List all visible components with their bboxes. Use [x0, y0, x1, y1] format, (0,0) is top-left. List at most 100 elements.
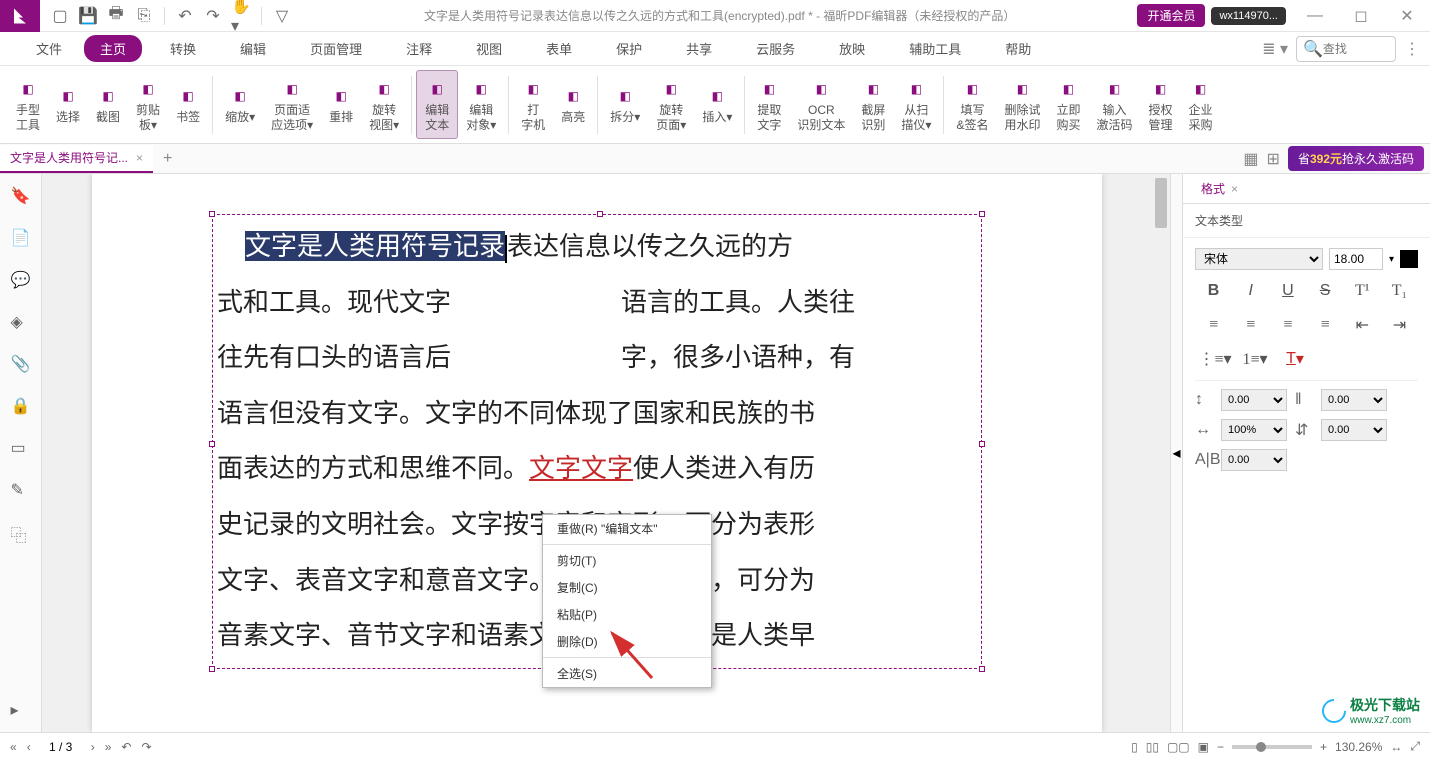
- search-input[interactable]: [1323, 42, 1393, 56]
- italic-button[interactable]: I: [1232, 278, 1269, 304]
- font-color-swatch[interactable]: [1400, 250, 1418, 268]
- menu-share[interactable]: 共享: [670, 35, 728, 62]
- minimize-button[interactable]: —: [1292, 0, 1338, 32]
- close-button[interactable]: ✕: [1384, 0, 1430, 32]
- ribbon-授权管理[interactable]: ◧授权管理: [1141, 70, 1181, 139]
- ribbon-高亮[interactable]: ◧高亮: [553, 70, 593, 139]
- ctx-cut[interactable]: 剪切(T): [543, 547, 711, 574]
- indent-right-button[interactable]: ⇥: [1381, 312, 1418, 338]
- indent-left-button[interactable]: ⇤: [1344, 312, 1381, 338]
- back-icon[interactable]: ↶: [121, 740, 131, 754]
- ribbon-旋转视图[interactable]: ◧旋转视图▾: [361, 70, 407, 139]
- export-icon[interactable]: ⎘: [134, 6, 154, 26]
- menu-protect[interactable]: 保护: [600, 35, 658, 62]
- spacing-d[interactable]: 0.00: [1321, 419, 1387, 441]
- ribbon-立即购买[interactable]: ◧立即购买: [1048, 70, 1088, 139]
- hand-icon[interactable]: ✋▾: [231, 6, 251, 26]
- user-button[interactable]: wx114970...: [1211, 7, 1286, 25]
- bold-button[interactable]: B: [1195, 278, 1232, 304]
- collapse-right-icon[interactable]: ◂: [1170, 174, 1182, 732]
- ctx-copy[interactable]: 复制(C): [543, 574, 711, 601]
- ribbon-从扫描仪[interactable]: ◧从扫描仪▾: [893, 70, 939, 139]
- ribbon-旋转页面[interactable]: ◧旋转页面▾: [648, 70, 694, 139]
- signatures-icon[interactable]: ✎: [11, 480, 31, 500]
- ribbon-选择[interactable]: ◧选择: [48, 70, 88, 139]
- dropdown-icon[interactable]: ▽: [272, 6, 292, 26]
- size-dropdown-icon[interactable]: ▾: [1389, 254, 1394, 265]
- zoom-in-icon[interactable]: +: [1320, 740, 1327, 754]
- page-input[interactable]: [41, 740, 81, 754]
- menu-comment[interactable]: 注释: [390, 35, 448, 62]
- ribbon-手型工具[interactable]: ◧手型工具: [8, 70, 48, 139]
- ribbon-缩放[interactable]: ◧缩放▾: [217, 70, 263, 139]
- redo-icon[interactable]: ↷: [203, 6, 223, 26]
- ribbon-编辑文本[interactable]: ◧编辑文本: [416, 70, 458, 139]
- reading-order-icon[interactable]: ≣ ▾: [1262, 39, 1288, 59]
- format-tab[interactable]: 格式×: [1193, 176, 1246, 201]
- ribbon-截屏识别[interactable]: ◧截屏识别: [853, 70, 893, 139]
- document-area[interactable]: 文字是人类用符号记录表达信息以传之久远的方 式和工具。现代文字语言的工具。人类往…: [42, 174, 1170, 732]
- menu-file[interactable]: 文件: [20, 39, 78, 58]
- comments-icon[interactable]: 💬: [11, 270, 31, 290]
- next-page-icon[interactable]: ›: [91, 740, 95, 754]
- bookmark-icon[interactable]: 🔖: [11, 186, 31, 206]
- menu-accessibility[interactable]: 辅助工具: [893, 35, 977, 62]
- prev-page-icon[interactable]: ‹: [27, 740, 31, 754]
- ctx-paste[interactable]: 粘贴(P): [543, 601, 711, 628]
- ctx-delete[interactable]: 删除(D): [543, 628, 711, 655]
- zoom-slider[interactable]: [1232, 745, 1312, 749]
- menu-cloud[interactable]: 云服务: [740, 35, 811, 62]
- strike-button[interactable]: S: [1307, 278, 1344, 304]
- view-cover-icon[interactable]: ▣: [1198, 740, 1209, 754]
- menu-page-mgmt[interactable]: 页面管理: [294, 35, 378, 62]
- promo-banner[interactable]: 省392元抢永久激活码: [1288, 146, 1424, 171]
- ribbon-剪贴板[interactable]: ◧剪贴板▾: [128, 70, 168, 139]
- fit-page-icon[interactable]: ⤢: [1410, 739, 1420, 754]
- save-icon[interactable]: 💾: [78, 6, 98, 26]
- ribbon-提取文字[interactable]: ◧提取文字: [749, 70, 789, 139]
- more-icon[interactable]: ⋮: [1404, 39, 1420, 59]
- open-icon[interactable]: ▢: [50, 6, 70, 26]
- ribbon-OCR识别文[interactable]: ◧OCR识别文本: [789, 70, 853, 139]
- ribbon-编辑对象[interactable]: ◧编辑对象▾: [458, 70, 504, 139]
- menu-present[interactable]: 放映: [823, 35, 881, 62]
- font-size-input[interactable]: [1329, 248, 1383, 270]
- ctx-select-all[interactable]: 全选(S): [543, 660, 711, 687]
- menu-convert[interactable]: 转换: [154, 35, 212, 62]
- ribbon-填写&签名[interactable]: ◧填写&签名: [948, 70, 996, 139]
- tab-close-icon[interactable]: ×: [136, 151, 143, 165]
- ribbon-拆分[interactable]: ◧拆分▾: [602, 70, 648, 139]
- undo-icon[interactable]: ↶: [175, 6, 195, 26]
- security-icon[interactable]: 🔒: [11, 396, 31, 416]
- underline-button[interactable]: U: [1269, 278, 1306, 304]
- spacing-b[interactable]: 0.00: [1321, 389, 1387, 411]
- menu-home[interactable]: 主页: [84, 35, 142, 62]
- vip-button[interactable]: 开通会员: [1137, 4, 1205, 27]
- ribbon-插入[interactable]: ◧插入▾: [694, 70, 740, 139]
- vertical-scrollbar[interactable]: [1152, 174, 1170, 732]
- forward-icon[interactable]: ↷: [141, 740, 151, 754]
- bullet-list-button[interactable]: ⋮≡▾: [1195, 346, 1235, 372]
- first-page-icon[interactable]: «: [10, 740, 17, 754]
- ribbon-打字机[interactable]: ◧打字机: [513, 70, 553, 139]
- view-facing-icon[interactable]: ▢▢: [1167, 740, 1190, 754]
- layers-icon[interactable]: ◈: [11, 312, 31, 332]
- expand-right-icon[interactable]: ▸: [11, 700, 31, 720]
- last-page-icon[interactable]: »: [105, 740, 112, 754]
- maximize-button[interactable]: ◻: [1338, 0, 1384, 32]
- spacing-a[interactable]: 0.00: [1221, 389, 1287, 411]
- ribbon-书签[interactable]: ◧书签: [168, 70, 208, 139]
- close-icon[interactable]: ×: [1231, 182, 1238, 196]
- ribbon-企业采购[interactable]: ◧企业采购: [1181, 70, 1221, 139]
- ribbon-截图[interactable]: ◧截图: [88, 70, 128, 139]
- ribbon-重排[interactable]: ◧重排: [321, 70, 361, 139]
- fit-width-icon[interactable]: ↔: [1390, 740, 1402, 754]
- menu-edit[interactable]: 编辑: [224, 35, 282, 62]
- font-select[interactable]: 宋体: [1195, 248, 1323, 270]
- attachments-icon[interactable]: 📎: [11, 354, 31, 374]
- ribbon-输入激活码[interactable]: ◧输入激活码: [1088, 70, 1140, 139]
- subscript-button[interactable]: T₁: [1381, 278, 1418, 304]
- print-icon[interactable]: 🖶: [106, 6, 126, 26]
- view-continuous-icon[interactable]: ▯▯: [1146, 740, 1159, 754]
- view-single-icon[interactable]: ▯: [1131, 740, 1138, 754]
